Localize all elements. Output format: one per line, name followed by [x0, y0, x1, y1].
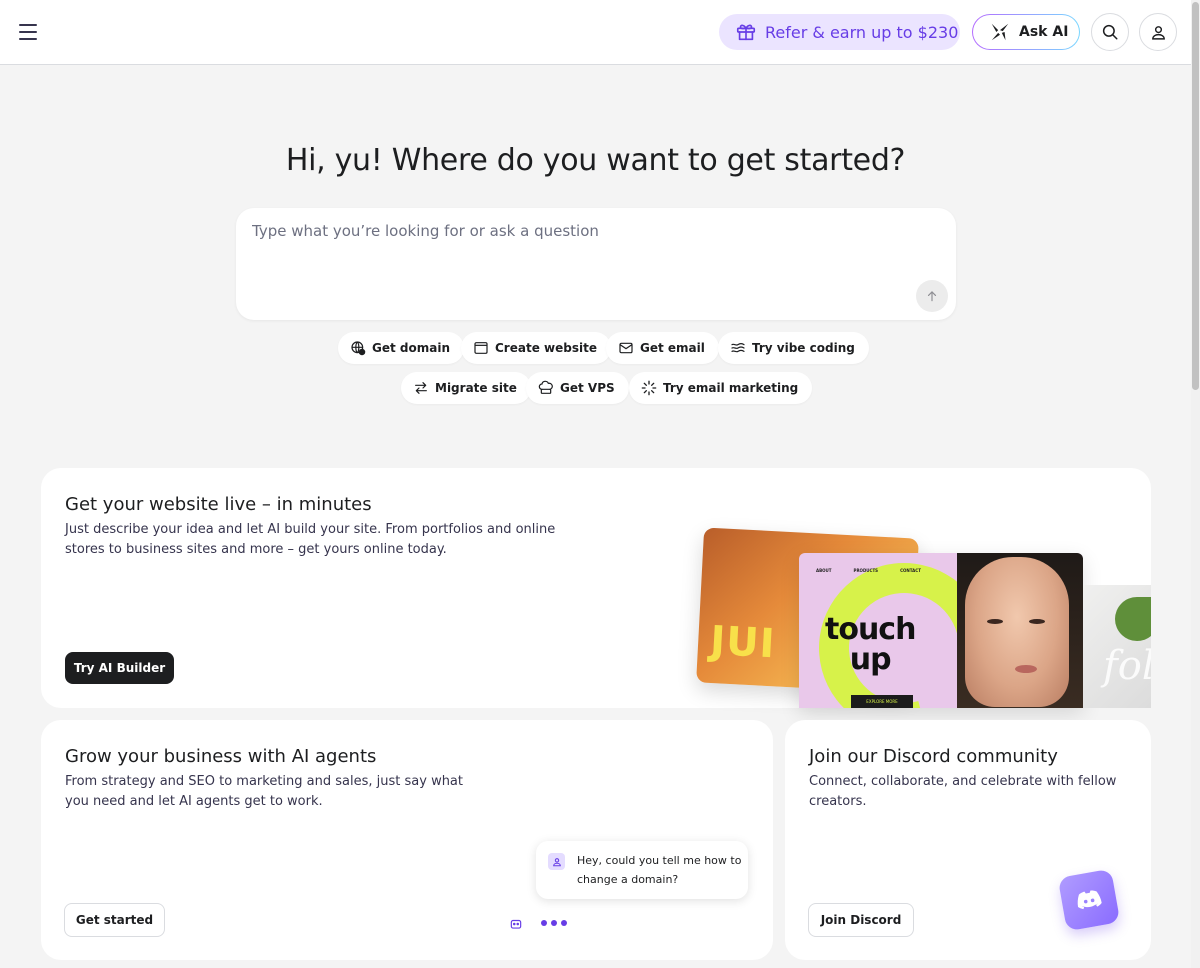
sparkle-loader-icon	[641, 380, 657, 396]
user-icon	[1151, 25, 1165, 40]
juice-preview-text: JUI	[709, 617, 777, 668]
chip-get-domain[interactable]: Get domain	[338, 332, 464, 364]
chip-label: Get email	[640, 341, 705, 355]
search-button[interactable]	[1091, 13, 1129, 51]
chip-migrate-site[interactable]: Migrate site	[401, 372, 531, 404]
refer-earn-button[interactable]: Refer & earn up to $230	[719, 14, 960, 50]
mail-icon	[619, 342, 633, 354]
website-desc-line1: Just describe your idea and let AI build…	[65, 522, 556, 537]
search-icon	[1102, 24, 1118, 40]
chip-try-vibe-coding[interactable]: Try vibe coding	[718, 332, 869, 364]
preview-nav-contact: CONTACT	[900, 568, 921, 573]
ai-agents-card: Grow your business with AI agents From s…	[41, 720, 773, 960]
preview-nav-products: PRODUCTS	[853, 568, 879, 573]
top-bar: Refer & earn up to $230 Ask AI	[0, 0, 1191, 65]
avatar	[548, 853, 565, 870]
touch-up-site-preview: ABOUT PRODUCTS CONTACT touch up EXPLORE …	[799, 553, 1083, 708]
menu-icon[interactable]	[14, 18, 42, 46]
leaf-image	[1115, 597, 1151, 641]
cloud-server-icon	[538, 380, 553, 394]
discord-desc-line2: creators.	[809, 794, 867, 809]
chip-label: Migrate site	[435, 381, 517, 395]
chat-bubble: Hey, could you tell me how to change a d…	[536, 841, 748, 899]
gift-icon	[736, 24, 756, 41]
get-started-button[interactable]: Get started	[64, 903, 165, 937]
preview-explore-button: EXPLORE MORE	[851, 695, 913, 708]
website-card-title: Get your website live – in minutes	[65, 494, 372, 515]
discord-card-description: Connect, collaborate, and celebrate with…	[809, 772, 1116, 812]
ask-box	[236, 208, 956, 320]
preview-nav: ABOUT PRODUCTS CONTACT	[816, 568, 921, 573]
account-button[interactable]	[1139, 13, 1177, 51]
preview-headline-2: up	[849, 642, 892, 677]
try-ai-builder-button[interactable]: Try AI Builder	[65, 652, 174, 684]
discord-logo-icon	[1057, 868, 1121, 932]
waves-icon	[731, 343, 745, 353]
chip-create-website[interactable]: Create website	[461, 332, 611, 364]
arrow-up-icon	[927, 291, 937, 302]
chip-get-email[interactable]: Get email	[606, 332, 719, 364]
chip-try-email-marketing[interactable]: Try email marketing	[629, 372, 813, 404]
ai-agents-card-description: From strategy and SEO to marketing and s…	[65, 772, 463, 812]
ask-ai-label: Ask AI	[1019, 24, 1069, 40]
join-discord-button[interactable]: Join Discord	[808, 903, 914, 937]
globe-icon	[351, 341, 366, 356]
agents-desc-line1: From strategy and SEO to marketing and s…	[65, 774, 463, 789]
page-scrollbar[interactable]	[1191, 0, 1200, 968]
refer-earn-label: Refer & earn up to $230	[765, 22, 959, 42]
page-title: Hi, yu! Where do you want to get started…	[285, 143, 906, 178]
website-desc-line2: stores to business sites and more – get …	[65, 542, 447, 557]
preview-nav-about: ABOUT	[816, 568, 832, 573]
scrollbar-thumb[interactable]	[1192, 2, 1199, 390]
bot-icon	[510, 919, 522, 929]
user-icon	[552, 857, 561, 866]
discord-icon	[1077, 890, 1102, 910]
chip-label: Get VPS	[560, 381, 615, 395]
discord-card-title: Join our Discord community	[809, 746, 1058, 767]
discord-desc-line1: Connect, collaborate, and celebrate with…	[809, 774, 1117, 789]
agents-desc-line2: you need and let AI agents get to work.	[65, 794, 323, 809]
portrait-image	[957, 553, 1083, 708]
chip-get-vps[interactable]: Get VPS	[526, 372, 629, 404]
chip-label: Try email marketing	[663, 381, 799, 395]
chip-label: Get domain	[372, 341, 450, 355]
ai-spark-icon	[991, 23, 1009, 41]
chip-label: Create website	[495, 341, 597, 355]
ask-input[interactable]	[252, 222, 892, 282]
swap-arrows-icon	[415, 382, 427, 394]
folio-preview-text: foli	[1103, 643, 1151, 689]
website-card-description: Just describe your idea and let AI build…	[65, 520, 555, 560]
chat-message: Hey, could you tell me how to change a d…	[577, 854, 742, 886]
preview-headline: touch up	[825, 615, 916, 677]
ai-agents-card-title: Grow your business with AI agents	[65, 746, 377, 767]
browser-window-icon	[474, 342, 488, 354]
chip-label: Try vibe coding	[752, 341, 855, 355]
folio-site-preview: foli	[1083, 585, 1151, 708]
send-button[interactable]	[916, 280, 948, 312]
ask-ai-button[interactable]: Ask AI	[972, 14, 1080, 50]
typing-indicator	[541, 920, 567, 926]
